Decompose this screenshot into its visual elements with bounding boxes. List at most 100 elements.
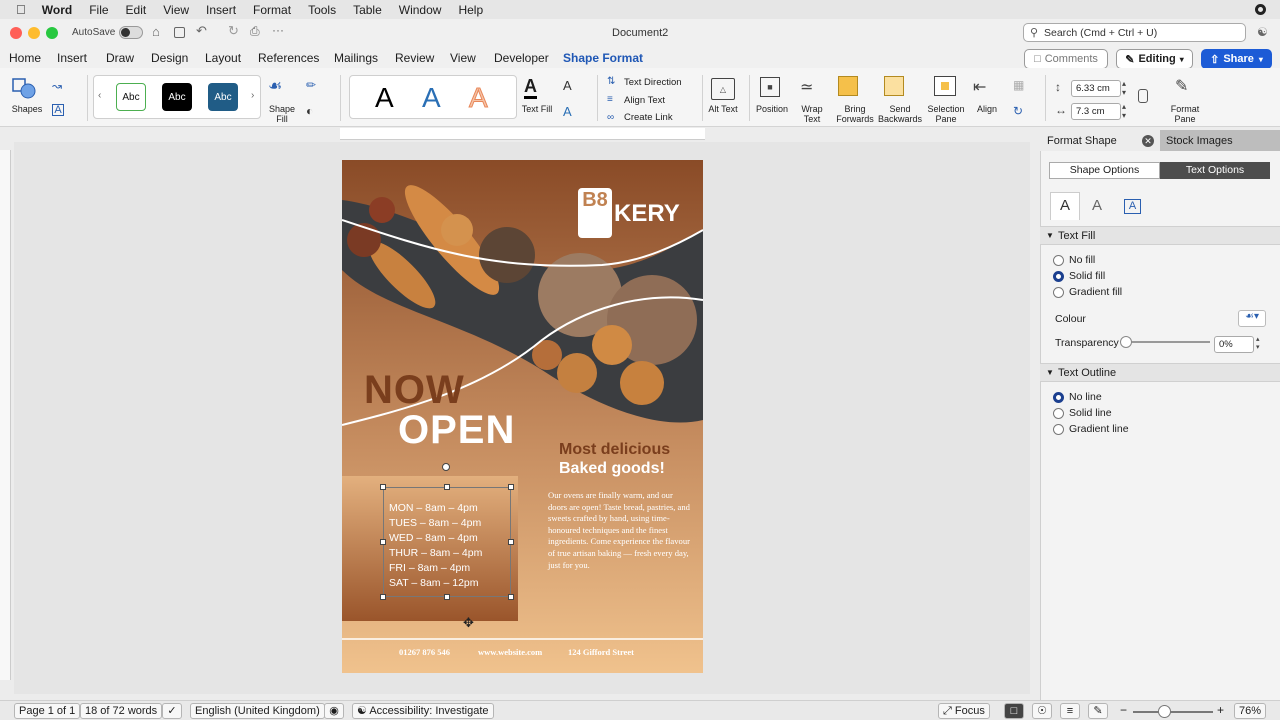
transparency-slider[interactable]: [1126, 341, 1210, 343]
menu-help[interactable]: Help: [458, 3, 483, 17]
shape-style-outline[interactable]: Abc: [116, 83, 146, 111]
wordart-outline[interactable]: A: [469, 82, 489, 114]
bring-forwards-icon[interactable]: [838, 76, 858, 96]
align-text-button[interactable]: Align Text: [624, 95, 665, 106]
autosave-toggle[interactable]: [119, 26, 143, 39]
menu-window[interactable]: Window: [399, 3, 442, 17]
tab-mailings[interactable]: Mailings: [334, 51, 378, 65]
tab-home[interactable]: Home: [9, 51, 41, 65]
resize-handle-w[interactable]: [380, 539, 386, 545]
link-icon[interactable]: ∞: [607, 112, 614, 123]
text-direction-icon[interactable]: ⇅: [607, 76, 615, 87]
text-direction-button[interactable]: Text Direction: [624, 77, 682, 88]
tab-developer[interactable]: Developer: [494, 51, 549, 65]
gallery-prev-icon[interactable]: ‹: [98, 90, 101, 101]
undo-icon[interactable]: ↶: [196, 23, 207, 39]
resize-handle-s[interactable]: [444, 594, 450, 600]
text-outline-section-header[interactable]: ▼ Text Outline: [1040, 363, 1280, 382]
text-effects-icon[interactable]: A: [563, 104, 572, 119]
draft-view-icon[interactable]: ✎: [1088, 703, 1108, 719]
shape-options-tab[interactable]: Shape Options: [1049, 162, 1160, 179]
resize-handle-n[interactable]: [444, 484, 450, 490]
transparency-stepper-icon[interactable]: ▴ ▾: [1256, 336, 1260, 352]
shapes-icon[interactable]: [11, 76, 37, 100]
zoom-level[interactable]: 76%: [1234, 703, 1267, 719]
page-count[interactable]: Page 1 of 1: [14, 703, 81, 719]
tab-view[interactable]: View: [450, 51, 476, 65]
resize-handle-sw[interactable]: [380, 594, 386, 600]
zoom-window-button[interactable]: [46, 27, 58, 39]
zoom-out-icon[interactable]: −: [1120, 703, 1127, 717]
more-icon[interactable]: ···: [272, 23, 284, 37]
menu-format[interactable]: Format: [253, 3, 291, 17]
height-stepper-icon[interactable]: ▴ ▾: [1122, 79, 1126, 97]
share-button[interactable]: ⇧ Share ▾: [1201, 49, 1272, 69]
text-fill-outline-tab[interactable]: A: [1050, 192, 1080, 220]
zoom-slider-thumb[interactable]: [1158, 705, 1171, 718]
minimize-window-button[interactable]: [28, 27, 40, 39]
resize-handle-se[interactable]: [508, 594, 514, 600]
selection-pane-icon[interactable]: [934, 76, 956, 96]
print-icon[interactable]: ⎙: [250, 24, 260, 39]
lock-aspect-icon[interactable]: [1138, 89, 1148, 103]
word-count[interactable]: 18 of 72 words: [80, 703, 163, 719]
horizontal-ruler[interactable]: [340, 128, 705, 140]
tab-layout[interactable]: Layout: [205, 51, 241, 65]
format-pane-icon[interactable]: ✎: [1175, 76, 1188, 96]
menu-insert[interactable]: Insert: [206, 3, 236, 17]
tab-references[interactable]: References: [258, 51, 319, 65]
align-text-icon[interactable]: ≡: [607, 94, 613, 105]
menu-table[interactable]: Table: [353, 3, 382, 17]
pane-tab-stock-images[interactable]: Stock Images: [1160, 130, 1280, 151]
control-center-icon[interactable]: [1255, 4, 1266, 15]
transparency-input[interactable]: 0%: [1214, 336, 1254, 353]
shape-style-teal[interactable]: Abc: [208, 83, 238, 111]
editing-button[interactable]: ✎ Editing ▾: [1116, 49, 1193, 69]
align-icon[interactable]: ⇤: [973, 77, 986, 97]
width-stepper-icon[interactable]: ▴ ▾: [1122, 102, 1126, 120]
proofing-icon[interactable]: ✓: [162, 703, 182, 719]
accessibility-button[interactable]: ☯ Accessibility: Investigate: [352, 703, 494, 719]
tab-review[interactable]: Review: [395, 51, 434, 65]
text-outline-icon[interactable]: A: [563, 78, 572, 93]
home-icon[interactable]: ⌂: [152, 24, 160, 39]
shape-height-input[interactable]: 6.33 cm: [1071, 80, 1121, 97]
send-backwards-icon[interactable]: [884, 76, 904, 96]
menu-tools[interactable]: Tools: [308, 3, 336, 17]
share-people-icon[interactable]: ☯: [1257, 25, 1268, 39]
text-box-icon[interactable]: A: [52, 104, 64, 116]
menu-view[interactable]: View: [163, 3, 189, 17]
zoom-slider[interactable]: [1133, 711, 1213, 713]
close-window-button[interactable]: [10, 27, 22, 39]
vertical-ruler[interactable]: [0, 150, 11, 680]
text-fill-icon[interactable]: A: [524, 76, 537, 99]
wordart-black[interactable]: A: [375, 82, 394, 114]
redo-icon[interactable]: ↻: [228, 23, 239, 39]
gradient-fill-radio[interactable]: [1053, 287, 1064, 298]
outline-view-icon[interactable]: ≡: [1060, 703, 1080, 719]
language-button[interactable]: English (United Kingdom): [190, 703, 325, 719]
menu-app-word[interactable]: Word: [42, 3, 72, 17]
tab-insert[interactable]: Insert: [57, 51, 87, 65]
tab-design[interactable]: Design: [151, 51, 188, 65]
create-link-button[interactable]: Create Link: [624, 112, 673, 123]
transparency-slider-thumb[interactable]: [1120, 336, 1132, 348]
position-icon[interactable]: ■: [760, 77, 780, 97]
resize-handle-nw[interactable]: [380, 484, 386, 490]
solid-line-radio[interactable]: [1053, 408, 1064, 419]
opening-hours-textbox[interactable]: MON – 8am – 4pm TUES – 8am – 4pm WED – 8…: [383, 487, 511, 597]
save-icon[interactable]: [174, 27, 185, 38]
rotate-handle-icon[interactable]: [442, 463, 450, 471]
no-fill-radio[interactable]: [1053, 255, 1064, 266]
resize-handle-e[interactable]: [508, 539, 514, 545]
edit-shape-icon[interactable]: ↝: [52, 79, 62, 93]
alt-text-icon[interactable]: △: [711, 78, 735, 100]
flyer-page[interactable]: B8 KERY NOW OPEN Most delicious Baked go…: [342, 160, 703, 673]
web-layout-icon[interactable]: ☉: [1032, 703, 1052, 719]
tab-shape-format[interactable]: Shape Format: [563, 51, 644, 71]
shape-outline-icon[interactable]: ✏: [306, 78, 316, 92]
apple-icon[interactable]: : [16, 2, 26, 17]
print-layout-icon[interactable]: □: [1004, 703, 1024, 719]
text-options-tab[interactable]: Text Options: [1160, 162, 1270, 179]
solid-fill-radio[interactable]: [1053, 271, 1064, 282]
